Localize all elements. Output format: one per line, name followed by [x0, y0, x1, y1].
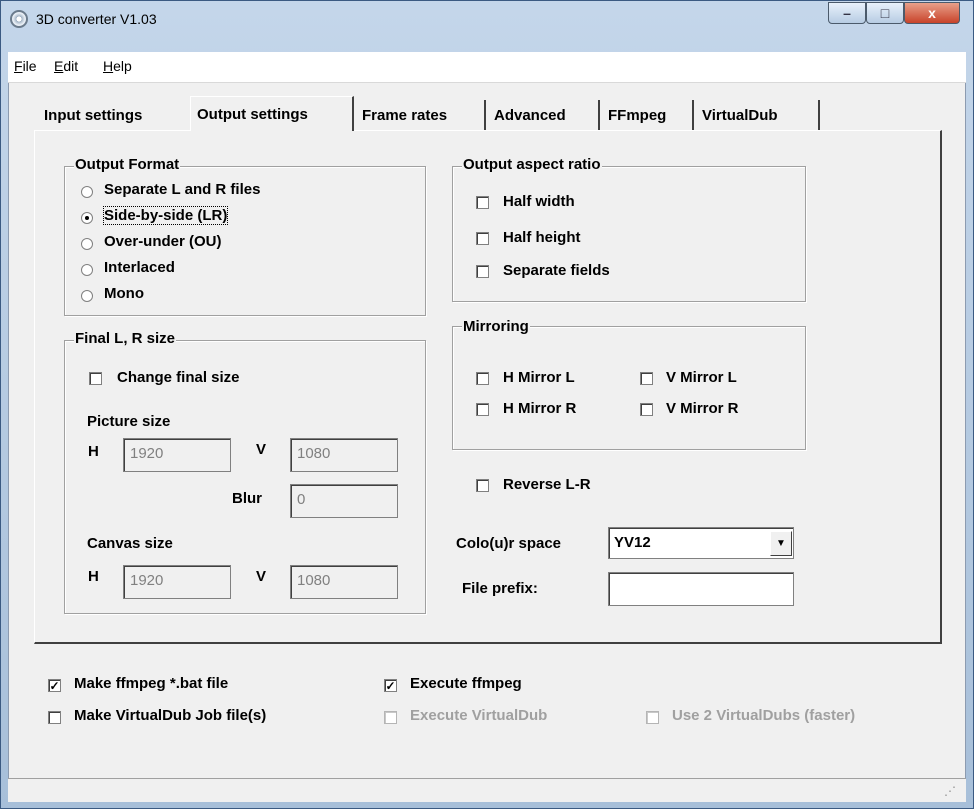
- tab-frame-rates[interactable]: Frame rates: [356, 100, 486, 130]
- radio-over-under-label[interactable]: Over-under (OU): [104, 233, 222, 250]
- final-size-title: Final L, R size: [74, 330, 177, 347]
- tab-virtualdub[interactable]: VirtualDub: [696, 100, 820, 130]
- blur-input[interactable]: 0: [290, 484, 398, 518]
- v-mirror-r-label[interactable]: V Mirror R: [666, 400, 739, 417]
- radio-side-by-side[interactable]: [81, 212, 93, 224]
- mirroring-group: [452, 326, 806, 450]
- canvas-size-label: Canvas size: [87, 535, 173, 552]
- h-mirror-r-checkbox[interactable]: [476, 403, 489, 416]
- half-width-checkbox[interactable]: [476, 196, 489, 209]
- use-2-virtualdubs-label[interactable]: Use 2 VirtualDubs (faster): [672, 707, 855, 724]
- picture-v-label: V: [256, 441, 267, 458]
- v-mirror-l-label[interactable]: V Mirror L: [666, 369, 737, 386]
- v-mirror-l-checkbox[interactable]: [640, 372, 653, 385]
- make-virtualdub-job-label[interactable]: Make VirtualDub Job file(s): [74, 707, 266, 724]
- picture-h-label: H: [88, 443, 99, 460]
- picture-v-input[interactable]: 1080: [290, 438, 398, 472]
- h-mirror-l-label[interactable]: H Mirror L: [503, 369, 575, 386]
- radio-interlaced-label[interactable]: Interlaced: [104, 259, 175, 276]
- maximize-button[interactable]: □: [866, 2, 904, 24]
- tab-advanced[interactable]: Advanced: [488, 100, 600, 130]
- picture-size-label: Picture size: [87, 413, 171, 430]
- execute-ffmpeg-checkbox[interactable]: ✓: [384, 679, 397, 692]
- blur-label: Blur: [232, 490, 262, 507]
- half-width-label[interactable]: Half width: [503, 193, 575, 210]
- menu-help[interactable]: Help: [103, 58, 132, 74]
- colour-space-value[interactable]: YV12: [614, 534, 651, 551]
- separate-fields-checkbox[interactable]: [476, 265, 489, 278]
- minimize-button[interactable]: –: [828, 2, 866, 24]
- menu-edit[interactable]: Edit: [54, 58, 78, 74]
- canvas-v-input[interactable]: 1080: [290, 565, 398, 599]
- title-bar[interactable]: 3D converter V1.03 – □ x: [0, 0, 974, 40]
- make-ffmpeg-bat-checkbox[interactable]: ✓: [48, 679, 61, 692]
- menu-bar: [8, 52, 966, 83]
- radio-separate[interactable]: [81, 186, 93, 198]
- radio-interlaced[interactable]: [81, 264, 93, 276]
- h-mirror-r-label[interactable]: H Mirror R: [503, 400, 576, 417]
- radio-mono[interactable]: [81, 290, 93, 302]
- tab-ffmpeg[interactable]: FFmpeg: [602, 100, 694, 130]
- menu-file[interactable]: File: [14, 58, 37, 74]
- half-height-label[interactable]: Half height: [503, 229, 581, 246]
- reverse-lr-label[interactable]: Reverse L-R: [503, 476, 591, 493]
- execute-virtualdub-checkbox[interactable]: [384, 711, 397, 724]
- v-mirror-r-checkbox[interactable]: [640, 403, 653, 416]
- use-2-virtualdubs-checkbox[interactable]: [646, 711, 659, 724]
- radio-over-under[interactable]: [81, 238, 93, 250]
- canvas-h-input[interactable]: 1920: [123, 565, 231, 599]
- canvas-v-label: V: [256, 568, 267, 585]
- change-final-size-label[interactable]: Change final size: [117, 369, 240, 386]
- execute-ffmpeg-label[interactable]: Execute ffmpeg: [410, 675, 522, 692]
- canvas-h-label: H: [88, 568, 99, 585]
- make-virtualdub-job-checkbox[interactable]: [48, 711, 61, 724]
- execute-virtualdub-label[interactable]: Execute VirtualDub: [410, 707, 547, 724]
- file-prefix-input[interactable]: [608, 572, 794, 606]
- status-bar: [8, 778, 966, 802]
- picture-h-input[interactable]: 1920: [123, 438, 231, 472]
- chevron-down-icon[interactable]: ▼: [770, 531, 792, 556]
- aspect-ratio-title: Output aspect ratio: [462, 156, 602, 173]
- colour-space-label: Colo(u)r space: [456, 535, 562, 552]
- file-prefix-label: File prefix:: [462, 580, 538, 597]
- reverse-lr-checkbox[interactable]: [476, 479, 489, 492]
- separate-fields-label[interactable]: Separate fields: [503, 262, 610, 279]
- h-mirror-l-checkbox[interactable]: [476, 372, 489, 385]
- tab-output-settings[interactable]: Output settings: [190, 96, 354, 131]
- radio-side-by-side-label[interactable]: Side-by-side (LR): [102, 206, 229, 225]
- radio-separate-label[interactable]: Separate L and R files: [104, 181, 260, 198]
- make-ffmpeg-bat-label[interactable]: Make ffmpeg *.bat file: [74, 675, 228, 692]
- resize-grip-icon[interactable]: ⋰: [944, 784, 956, 798]
- output-format-title: Output Format: [74, 156, 181, 173]
- half-height-checkbox[interactable]: [476, 232, 489, 245]
- app-icon: [10, 10, 28, 28]
- change-final-size-checkbox[interactable]: [89, 372, 102, 385]
- close-button[interactable]: x: [904, 2, 960, 24]
- mirroring-title: Mirroring: [462, 318, 530, 335]
- window-title: 3D converter V1.03: [36, 11, 157, 27]
- tab-input-settings[interactable]: Input settings: [38, 100, 190, 130]
- radio-mono-label[interactable]: Mono: [104, 285, 144, 302]
